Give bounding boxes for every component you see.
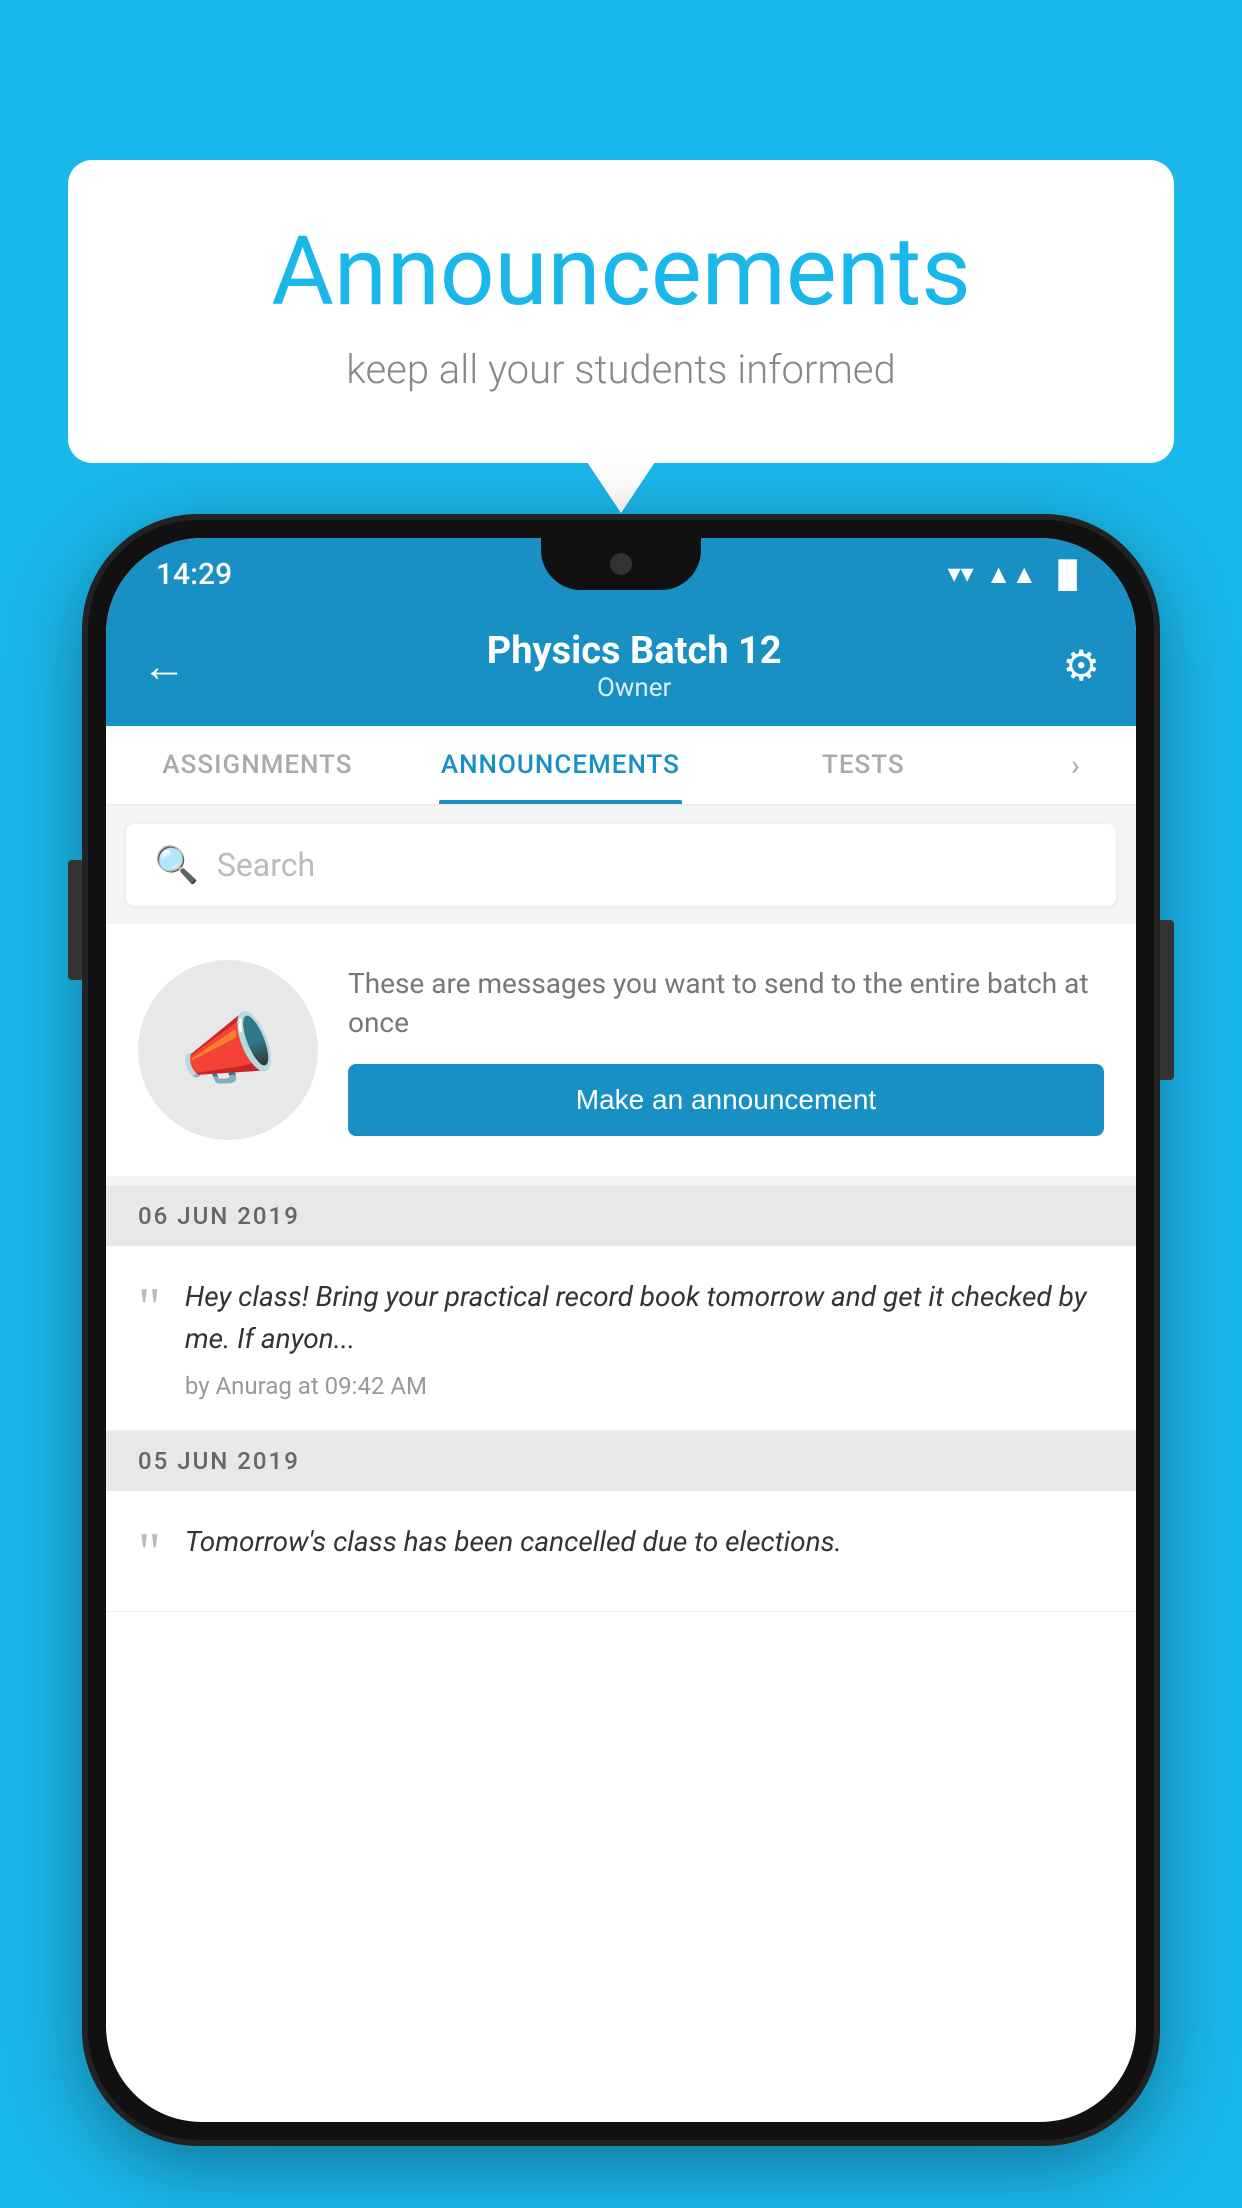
tabs-bar: ASSIGNMENTS ANNOUNCEMENTS TESTS › xyxy=(106,726,1136,806)
content-area: 🔍 Search 📣 These are messages you want t… xyxy=(106,806,1136,1612)
date-divider-1: 05 JUN 2019 xyxy=(106,1431,1136,1491)
status-icons: ▾▾ ▲▲ ▐▌ xyxy=(948,559,1086,590)
status-time: 14:29 xyxy=(156,557,232,592)
app-bar-subtitle: Owner xyxy=(206,673,1062,703)
app-bar-title: Physics Batch 12 xyxy=(206,629,1062,673)
announcement-item-0[interactable]: " Hey class! Bring your practical record… xyxy=(106,1246,1136,1431)
announcement-content-1: Tomorrow's class has been cancelled due … xyxy=(185,1521,1104,1575)
settings-icon[interactable]: ⚙ xyxy=(1062,641,1100,691)
tab-tests[interactable]: TESTS xyxy=(712,726,1015,804)
quote-icon-1: " xyxy=(138,1525,161,1581)
make-announcement-button[interactable]: Make an announcement xyxy=(348,1064,1104,1136)
megaphone-icon: 📣 xyxy=(179,1005,276,1096)
app-bar-title-group: Physics Batch 12 Owner xyxy=(206,629,1062,703)
tab-more[interactable]: › xyxy=(1015,726,1136,804)
announcement-meta-0: by Anurag at 09:42 AM xyxy=(185,1372,1104,1400)
promo-section: 📣 These are messages you want to send to… xyxy=(106,924,1136,1176)
battery-icon: ▐▌ xyxy=(1049,559,1086,590)
wifi-icon: ▾▾ xyxy=(948,559,974,589)
phone-screen: 14:29 ▾▾ ▲▲ ▐▌ ← Physics Batch 12 Owner … xyxy=(106,538,1136,2122)
phone-outer: 14:29 ▾▾ ▲▲ ▐▌ ← Physics Batch 12 Owner … xyxy=(88,520,1154,2140)
phone-wrapper: 14:29 ▾▾ ▲▲ ▐▌ ← Physics Batch 12 Owner … xyxy=(88,520,1154,2208)
announcement-text-0: Hey class! Bring your practical record b… xyxy=(185,1276,1104,1360)
tab-announcements[interactable]: ANNOUNCEMENTS xyxy=(409,726,712,804)
hero-title: Announcements xyxy=(148,220,1094,326)
date-divider-0: 06 JUN 2019 xyxy=(106,1186,1136,1246)
hero-subtitle: keep all your students informed xyxy=(148,346,1094,393)
announcement-content-0: Hey class! Bring your practical record b… xyxy=(185,1276,1104,1400)
promo-icon-circle: 📣 xyxy=(138,960,318,1140)
announcement-item-1[interactable]: " Tomorrow's class has been cancelled du… xyxy=(106,1491,1136,1612)
promo-description: These are messages you want to send to t… xyxy=(348,964,1104,1042)
back-button[interactable]: ← xyxy=(142,640,186,692)
tab-assignments[interactable]: ASSIGNMENTS xyxy=(106,726,409,804)
search-icon: 🔍 xyxy=(154,844,199,886)
search-bar[interactable]: 🔍 Search xyxy=(126,824,1116,906)
app-bar: ← Physics Batch 12 Owner ⚙ xyxy=(106,606,1136,726)
search-placeholder: Search xyxy=(217,846,315,884)
quote-icon-0: " xyxy=(138,1280,161,1336)
notch xyxy=(541,538,701,590)
signal-icon: ▲▲ xyxy=(986,559,1037,590)
announcement-text-1: Tomorrow's class has been cancelled due … xyxy=(185,1521,1104,1563)
hero-card: Announcements keep all your students inf… xyxy=(68,160,1174,463)
promo-right: These are messages you want to send to t… xyxy=(348,964,1104,1136)
notch-camera xyxy=(610,553,632,575)
